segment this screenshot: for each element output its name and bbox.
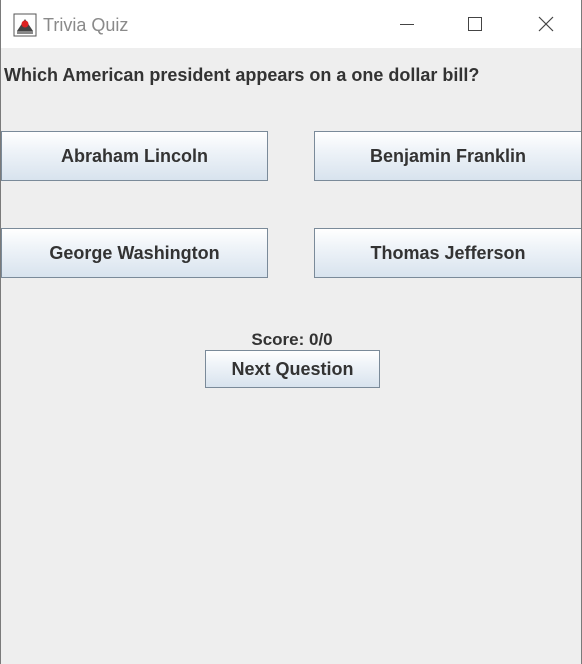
answer-button-1[interactable]: Abraham Lincoln: [1, 131, 268, 181]
close-button[interactable]: [511, 0, 579, 48]
answer-button-2[interactable]: Benjamin Franklin: [314, 131, 581, 181]
java-cup-icon: [13, 13, 37, 37]
window-title: Trivia Quiz: [43, 15, 129, 35]
question-text: Which American president appears on a on…: [4, 65, 480, 85]
score-label: Score: 0/0: [251, 330, 333, 349]
answer-button-3[interactable]: George Washington: [1, 228, 268, 278]
maximize-button[interactable]: [441, 0, 509, 48]
title-bar[interactable]: Trivia Quiz: [1, 0, 581, 48]
answer-button-4[interactable]: Thomas Jefferson: [314, 228, 581, 278]
app-window: Trivia Quiz Which American president app…: [0, 0, 582, 664]
next-question-button[interactable]: Next Question: [205, 350, 380, 388]
minimize-button[interactable]: [373, 0, 441, 48]
